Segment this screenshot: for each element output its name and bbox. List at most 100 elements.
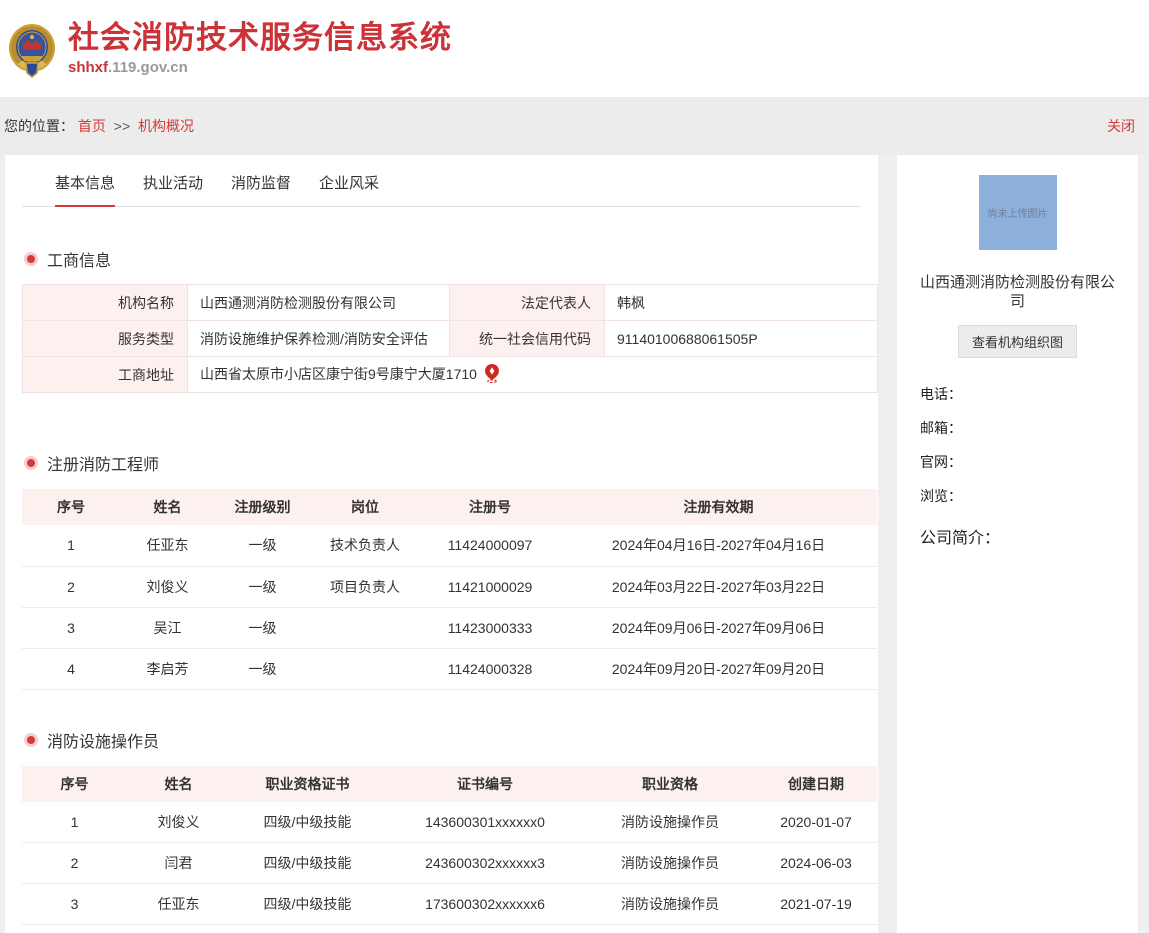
cell: 消防设施操作员 (585, 884, 755, 925)
cell: 143600301xxxxxx0 (385, 802, 585, 843)
cell: 2 (22, 566, 120, 607)
biz-label-org-name: 机构名称 (23, 285, 188, 321)
breadcrumb: 您的位置： 首页 >> 机构概况 (4, 116, 194, 136)
views-field-label: 浏览： (920, 486, 1138, 506)
breadcrumb-bar: 您的位置： 首页 >> 机构概况 关闭 (0, 97, 1149, 155)
site-url: shhxf.119.gov.cn (68, 59, 452, 76)
cell: 刘俊义 (127, 802, 230, 843)
site-url-suffix: .119.gov.cn (108, 59, 188, 76)
col-header: 岗位 (310, 489, 420, 525)
section-title-business: 工商信息 (22, 247, 861, 271)
biz-value-org-name: 山西通测消防检测股份有限公司 (188, 285, 450, 321)
cell: 11424000328 (420, 648, 560, 689)
cell: 2021-07-19 (755, 884, 877, 925)
cell: 11421000029 (420, 566, 560, 607)
col-header: 注册级别 (215, 489, 310, 525)
col-header: 职业资格证书 (230, 766, 385, 802)
col-header: 注册有效期 (560, 489, 877, 525)
sidebar-top: 尚未上传图片 山西通测消防检测股份有限公司 查看机构组织图 (897, 175, 1138, 358)
operators-table: 序号 姓名 职业资格证书 证书编号 职业资格 创建日期 1 刘俊义 四级/中级技… (22, 766, 877, 933)
bullet-dot-icon (27, 459, 35, 467)
biz-value-address: 山西省太原市小店区康宁街9号康宁大厦1710 (188, 357, 878, 393)
breadcrumb-home-link[interactable]: 首页 (78, 118, 106, 134)
cell: 刘俊义 (120, 566, 215, 607)
biz-label-service-type: 服务类型 (23, 321, 188, 357)
website-field-label: 官网： (920, 452, 1138, 472)
company-intro-label: 公司简介： (920, 524, 1138, 548)
bullet-dot-icon (27, 736, 35, 744)
view-org-chart-button[interactable]: 查看机构组织图 (958, 325, 1077, 358)
cell: 2024年09月20日-2027年09月20日 (560, 648, 877, 689)
col-header: 证书编号 (385, 766, 585, 802)
biz-label-credit-code: 统一社会信用代码 (450, 321, 605, 357)
company-logo-placeholder: 尚未上传图片 (979, 175, 1057, 250)
cell: 4 (22, 648, 120, 689)
col-header: 姓名 (127, 766, 230, 802)
cell: 2024年09月06日-2027年09月06日 (560, 607, 877, 648)
cell: 四级/中级技能 (230, 802, 385, 843)
biz-value-service-type: 消防设施维护保养检测/消防安全评估 (188, 321, 450, 357)
biz-label-address: 工商地址 (23, 357, 188, 393)
sidebar-info-fields: 电话： 邮箱： 官网： 浏览： 公司简介： (897, 384, 1138, 548)
sidebar-company-name: 山西通测消防检测股份有限公司 (915, 274, 1121, 312)
breadcrumb-current-link[interactable]: 机构概况 (138, 118, 194, 134)
table-header-row: 序号 姓名 职业资格证书 证书编号 职业资格 创建日期 (22, 766, 877, 802)
cell: 1 (22, 802, 127, 843)
cell: 闫君 (127, 843, 230, 884)
cell: 173600302xxxxxx6 (385, 884, 585, 925)
tab-fire-supervision[interactable]: 消防监督 (231, 172, 291, 206)
table-row: 1 任亚东 一级 技术负责人 11424000097 2024年04月16日-2… (22, 525, 877, 566)
breadcrumb-label: 您的位置： (4, 118, 74, 134)
biz-label-legal-rep: 法定代表人 (450, 285, 605, 321)
cell: 四级/中级技能 (230, 843, 385, 884)
tab-company-profile[interactable]: 企业风采 (319, 172, 379, 206)
cell: 一级 (215, 607, 310, 648)
cell: 193600302xxxxxx3 (385, 925, 585, 933)
table-row: 3 吴江 一级 11423000333 2024年09月06日-2027年09月… (22, 607, 877, 648)
table-row: 4 李淼 四级/中级技能 193600302xxxxxx3 消防设施操作员 20… (22, 925, 877, 933)
section-title-operators: 消防设施操作员 (22, 728, 861, 752)
section-title-operators-text: 消防设施操作员 (47, 728, 159, 752)
business-info-table: 机构名称 山西通测消防检测股份有限公司 法定代表人 韩枫 服务类型 消防设施维护… (22, 284, 878, 393)
cell: 2020-12-02 (755, 925, 877, 933)
section-title-business-text: 工商信息 (47, 247, 111, 271)
cell: 3 (22, 884, 127, 925)
table-row: 2 闫君 四级/中级技能 243600302xxxxxx3 消防设施操作员 20… (22, 843, 877, 884)
close-link[interactable]: 关闭 (1107, 116, 1135, 136)
biz-value-legal-rep: 韩枫 (605, 285, 878, 321)
cell: 一级 (215, 525, 310, 566)
cell: 4 (22, 925, 127, 933)
biz-value-credit-code: 91140100688061505P (605, 321, 878, 357)
email-field-label: 邮箱： (920, 418, 1138, 438)
cell: 一级 (215, 566, 310, 607)
cell: 3 (22, 607, 120, 648)
fire-service-emblem-logo (8, 23, 56, 79)
biz-address-text: 山西省太原市小店区康宁街9号康宁大厦1710 (200, 366, 477, 382)
table-row: 工商地址 山西省太原市小店区康宁街9号康宁大厦1710 (23, 357, 878, 393)
cell: 11423000333 (420, 607, 560, 648)
cell: 11424000097 (420, 525, 560, 566)
table-row: 4 李启芳 一级 11424000328 2024年09月20日-2027年09… (22, 648, 877, 689)
site-header: 社会消防技术服务信息系统 shhxf.119.gov.cn (0, 0, 1149, 97)
bullet-dot-icon (27, 255, 35, 263)
engineers-table: 序号 姓名 注册级别 岗位 注册号 注册有效期 1 任亚东 一级 技术负责人 1… (22, 489, 877, 690)
main-panel: 基本信息 执业活动 消防监督 企业风采 工商信息 机构名称 山西通测消防检测股份… (5, 155, 878, 933)
cell: 2024年03月22日-2027年03月22日 (560, 566, 877, 607)
cell: 2024-06-03 (755, 843, 877, 884)
col-header: 职业资格 (585, 766, 755, 802)
section-title-engineers: 注册消防工程师 (22, 451, 861, 475)
cell: 243600302xxxxxx3 (385, 843, 585, 884)
table-row: 2 刘俊义 一级 项目负责人 11421000029 2024年03月22日-2… (22, 566, 877, 607)
tab-bar: 基本信息 执业活动 消防监督 企业风采 (22, 155, 861, 207)
sidebar: 尚未上传图片 山西通测消防检测股份有限公司 查看机构组织图 电话： 邮箱： 官网… (897, 155, 1138, 933)
table-row: 服务类型 消防设施维护保养检测/消防安全评估 统一社会信用代码 91140100… (23, 321, 878, 357)
col-header: 创建日期 (755, 766, 877, 802)
cell: 项目负责人 (310, 566, 420, 607)
tab-practice-activity[interactable]: 执业活动 (143, 172, 203, 206)
tab-basic-info[interactable]: 基本信息 (55, 172, 115, 207)
cell: 消防设施操作员 (585, 802, 755, 843)
cell: 四级/中级技能 (230, 925, 385, 933)
cell: 技术负责人 (310, 525, 420, 566)
cell: 消防设施操作员 (585, 925, 755, 933)
location-pin-icon[interactable] (485, 364, 499, 386)
